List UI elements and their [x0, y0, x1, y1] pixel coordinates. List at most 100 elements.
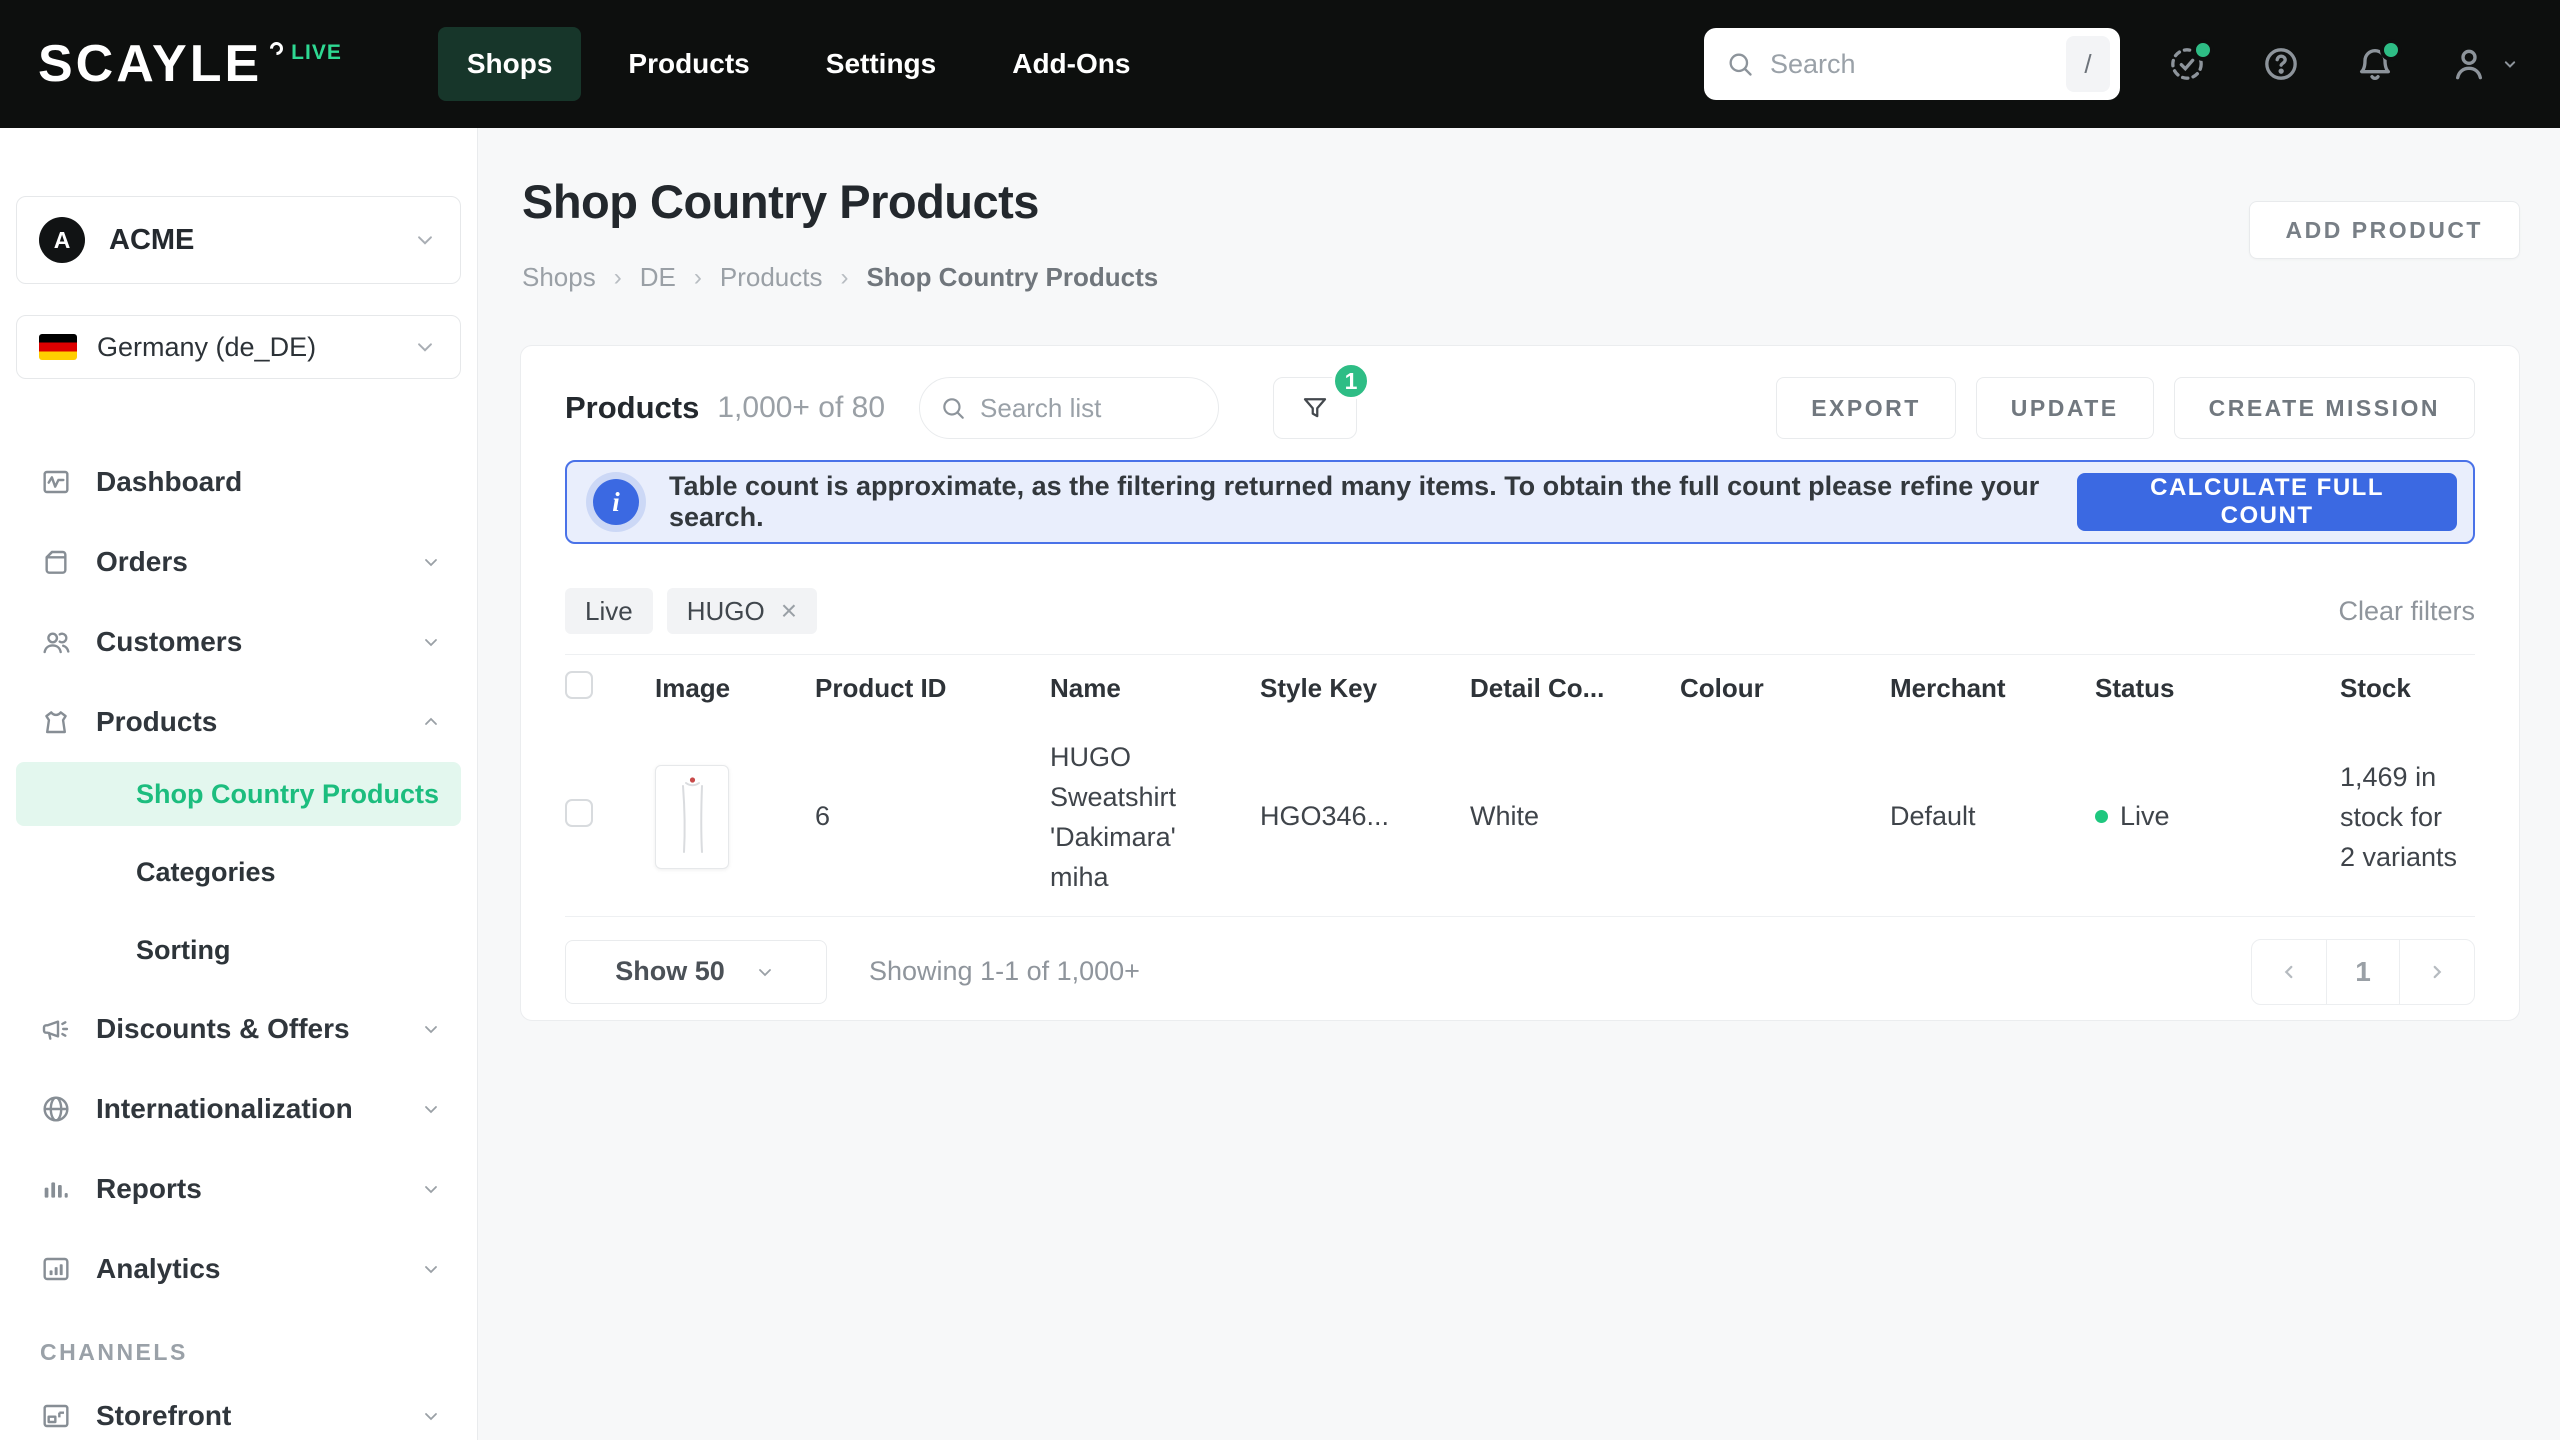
select-all-checkbox[interactable]	[565, 671, 593, 699]
products-card: Products 1,000+ of 80 1 EXPORT UPDATE CR…	[520, 345, 2520, 1021]
column-header-style-key[interactable]: Style Key	[1260, 655, 1470, 719]
tasks-notification-dot	[2192, 39, 2214, 61]
next-page-button[interactable]	[2400, 940, 2474, 1004]
column-header-status[interactable]: Status	[2095, 655, 2340, 719]
sidebar-item-categories[interactable]: Categories	[16, 833, 461, 911]
company-selector[interactable]: A ACME	[16, 196, 461, 284]
sidebar-item-label: Internationalization	[96, 1093, 353, 1125]
panel-title: Products	[565, 390, 699, 426]
filter-chip-hugo[interactable]: HUGO ×	[667, 588, 817, 634]
cell-detail: White	[1470, 718, 1680, 916]
page-size-select[interactable]: Show 50	[565, 940, 827, 1004]
scayle-logo[interactable]: SCAYLE LIVE	[38, 34, 342, 94]
company-avatar: A	[39, 217, 85, 263]
globe-icon	[40, 1093, 72, 1125]
help-button[interactable]	[2260, 43, 2302, 85]
list-search-input[interactable]	[978, 392, 1198, 425]
pagination: 1	[2251, 939, 2475, 1005]
chevron-down-icon	[412, 334, 438, 360]
filter-funnel-icon	[1300, 393, 1330, 423]
sidebar-item-discounts-offers[interactable]: Discounts & Offers	[16, 989, 461, 1069]
column-header-colour[interactable]: Colour	[1680, 655, 1890, 719]
add-product-button[interactable]: ADD PRODUCT	[2249, 201, 2520, 259]
create-mission-button[interactable]: CREATE MISSION	[2174, 377, 2475, 439]
chevron-down-icon	[753, 960, 777, 984]
column-header-image[interactable]: Image	[655, 655, 815, 719]
megaphone-icon	[40, 1013, 72, 1045]
clear-filters-link[interactable]: Clear filters	[2338, 596, 2475, 627]
notifications-button[interactable]	[2354, 43, 2396, 85]
chevron-down-icon	[419, 1017, 443, 1041]
products-tshirt-icon	[40, 706, 72, 738]
filter-chip-live[interactable]: Live	[565, 588, 653, 634]
main-content: Shop Country Products Shops › DE › Produ…	[478, 128, 2560, 1440]
table-footer: Show 50 Showing 1-1 of 1,000+ 1	[565, 939, 2475, 1005]
sidebar-item-storefront[interactable]: Storefront	[16, 1376, 461, 1440]
close-icon[interactable]: ×	[781, 597, 797, 625]
sidebar-item-label: Orders	[96, 546, 188, 578]
banner-message: Table count is approximate, as the filte…	[669, 471, 2077, 533]
top-navigation: Shops Products Settings Add-Ons	[438, 27, 1160, 101]
sidebar-item-label: Discounts & Offers	[96, 1013, 350, 1045]
column-header-stock[interactable]: Stock	[2340, 655, 2470, 719]
sidebar-item-label: Storefront	[96, 1400, 231, 1432]
sidebar-item-analytics[interactable]: Analytics	[16, 1229, 461, 1309]
page-title: Shop Country Products	[522, 176, 2520, 228]
sidebar-item-dashboard[interactable]: Dashboard	[16, 442, 461, 522]
breadcrumb-shops[interactable]: Shops	[522, 262, 596, 293]
top-nav-products[interactable]: Products	[599, 27, 778, 101]
column-header-merchant[interactable]: Merchant	[1890, 655, 2095, 719]
sidebar-item-reports[interactable]: Reports	[16, 1149, 461, 1229]
product-thumbnail[interactable]	[655, 765, 729, 869]
calculate-full-count-button[interactable]: CALCULATE FULL COUNT	[2077, 473, 2457, 531]
chevron-down-icon	[419, 1404, 443, 1428]
breadcrumb-de[interactable]: DE	[640, 262, 676, 293]
notifications-dot	[2380, 39, 2402, 61]
company-name: ACME	[109, 224, 194, 257]
list-search[interactable]	[919, 377, 1219, 439]
chip-label: HUGO	[687, 596, 765, 627]
sidebar-item-label: Customers	[96, 626, 242, 658]
export-button[interactable]: EXPORT	[1776, 377, 1956, 439]
top-nav-settings[interactable]: Settings	[797, 27, 965, 101]
search-icon	[1726, 50, 1754, 78]
panel-count: 1,000+ of 80	[717, 391, 885, 425]
filter-button[interactable]: 1	[1273, 377, 1357, 439]
chevron-up-icon	[419, 710, 443, 734]
card-header: Products 1,000+ of 80 1 EXPORT UPDATE CR…	[565, 376, 2475, 440]
table-row[interactable]: 6 HUGO Sweatshirt 'Dakimara' miha HGO346…	[565, 718, 2475, 916]
sidebar-item-products[interactable]: Products	[16, 682, 461, 762]
sidebar-item-sorting[interactable]: Sorting	[16, 911, 461, 989]
breadcrumb-separator-icon: ›	[694, 264, 702, 292]
sidebar-item-internationalization[interactable]: Internationalization	[16, 1069, 461, 1149]
sidebar-item-orders[interactable]: Orders	[16, 522, 461, 602]
top-nav-addons[interactable]: Add-Ons	[983, 27, 1159, 101]
table-header-row: Image Product ID Name Style Key Detail C…	[565, 655, 2475, 719]
shop-country-selector[interactable]: Germany (de_DE)	[16, 315, 461, 379]
chevron-down-icon	[419, 550, 443, 574]
help-icon	[2261, 44, 2301, 84]
chevron-down-icon	[419, 630, 443, 654]
sidebar-item-shop-country-products[interactable]: Shop Country Products	[16, 762, 461, 826]
current-page-number[interactable]: 1	[2326, 940, 2400, 1004]
chevron-right-icon	[2426, 961, 2448, 983]
row-checkbox[interactable]	[565, 799, 593, 827]
filter-chips-row: Live HUGO × Clear filters	[565, 588, 2475, 634]
column-header-name[interactable]: Name	[1050, 655, 1260, 719]
chevron-down-icon	[2500, 54, 2520, 74]
chevron-down-icon	[412, 227, 438, 253]
search-shortcut-key: /	[2066, 36, 2110, 92]
update-button[interactable]: UPDATE	[1976, 377, 2154, 439]
previous-page-button[interactable]	[2252, 940, 2326, 1004]
column-header-product-id[interactable]: Product ID	[815, 655, 1050, 719]
global-search[interactable]: /	[1704, 28, 2120, 100]
table-options-kebab-icon[interactable]: ⋮	[2470, 655, 2475, 719]
user-menu[interactable]	[2448, 43, 2520, 85]
sidebar-item-customers[interactable]: Customers	[16, 602, 461, 682]
cell-name: HUGO Sweatshirt 'Dakimara' miha	[1050, 737, 1200, 897]
top-nav-shops[interactable]: Shops	[438, 27, 582, 101]
tasks-status-button[interactable]	[2166, 43, 2208, 85]
column-header-detail[interactable]: Detail Co...	[1470, 655, 1680, 719]
global-search-input[interactable]	[1768, 48, 2066, 81]
breadcrumb-products[interactable]: Products	[720, 262, 823, 293]
